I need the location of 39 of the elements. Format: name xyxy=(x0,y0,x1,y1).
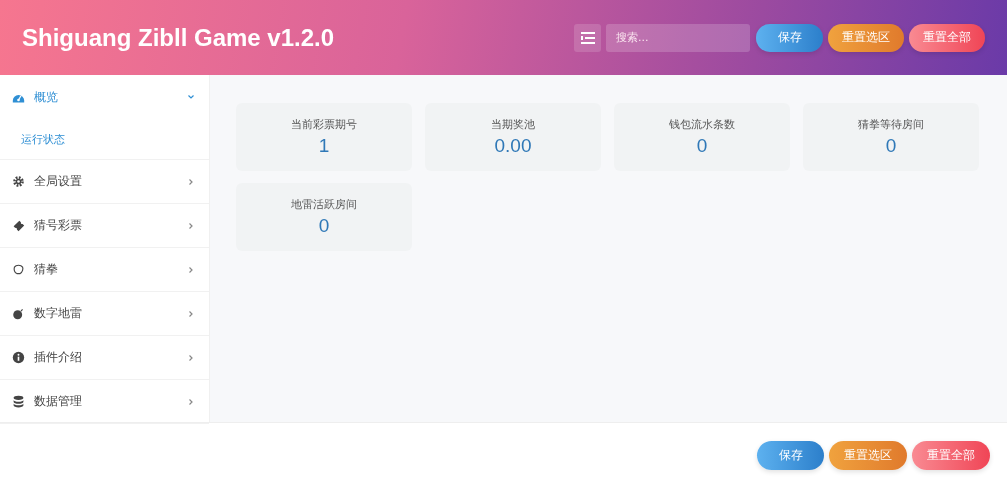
chevron-right-icon xyxy=(187,397,195,406)
sidebar-item[interactable]: 猜号彩票 xyxy=(0,204,209,248)
stat-value: 0.00 xyxy=(494,135,532,157)
settings-icon xyxy=(12,175,25,188)
bomb-icon xyxy=(12,307,25,320)
stat-value: 0 xyxy=(885,135,897,157)
reset-all-button[interactable]: 重置全部 xyxy=(912,441,990,470)
info-icon xyxy=(12,351,25,364)
menu-icon xyxy=(580,31,595,44)
hand-icon xyxy=(12,263,25,276)
save-button[interactable]: 保存 xyxy=(756,23,823,52)
chevron-right-icon xyxy=(187,353,195,362)
database-icon xyxy=(12,395,25,408)
sidebar-item[interactable]: 数据管理 xyxy=(0,380,209,424)
reset-section-button[interactable]: 重置选区 xyxy=(829,441,907,470)
chevron-right-icon xyxy=(187,309,195,318)
chevron-right-icon xyxy=(187,221,195,230)
reset-all-button[interactable]: 重置全部 xyxy=(909,23,985,52)
stat-value: 0 xyxy=(696,135,708,157)
stat-value: 1 xyxy=(318,135,330,157)
stat-label: 当前彩票期号 xyxy=(291,117,357,132)
stat-label: 地雷活跃房间 xyxy=(291,197,357,212)
save-button[interactable]: 保存 xyxy=(757,441,824,470)
sidebar-item[interactable]: 猜拳 xyxy=(0,248,209,292)
chevron-down-icon xyxy=(187,93,195,101)
reset-section-button[interactable]: 重置选区 xyxy=(828,23,904,52)
stat-label: 猜拳等待房间 xyxy=(858,117,924,132)
chevron-right-icon xyxy=(187,265,195,274)
app-title: Shiguang Zibll Game v1.2.0 xyxy=(22,23,335,52)
sidebar-item[interactable]: 插件介绍 xyxy=(0,336,209,380)
sidebar-item[interactable]: 全局设置 xyxy=(0,160,209,204)
stat-label: 当期奖池 xyxy=(491,117,535,132)
sidebar-item[interactable]: 概览 xyxy=(0,75,209,119)
menu-toggle-button[interactable] xyxy=(574,23,601,52)
ticket-icon xyxy=(12,219,25,232)
chevron-right-icon xyxy=(187,177,195,186)
sidebar-item[interactable]: 数字地雷 xyxy=(0,292,209,336)
stat-value: 0 xyxy=(318,215,330,237)
stat-label: 钱包流水条数 xyxy=(669,117,735,132)
